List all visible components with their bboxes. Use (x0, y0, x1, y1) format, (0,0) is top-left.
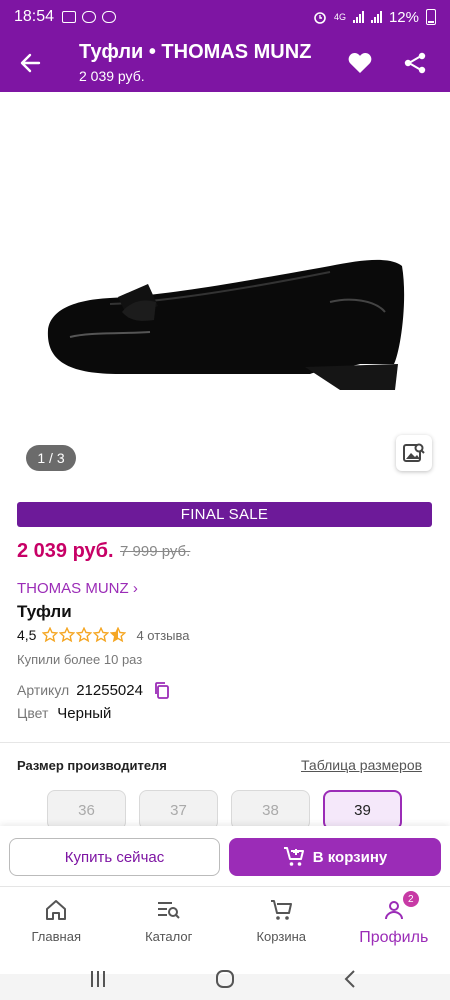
notification-icons (62, 11, 117, 23)
favorite-button[interactable] (344, 47, 376, 79)
brand-name: THOMAS MUNZ › (17, 580, 138, 597)
old-price: 7 999 руб. (120, 543, 191, 560)
half-star-icon (110, 627, 127, 643)
page-title: Туфли • THOMAS MUNZ (79, 41, 312, 63)
home-button[interactable] (205, 959, 245, 999)
buy-now-button[interactable]: Купить сейчас (9, 838, 220, 876)
article-number: 21255024 (76, 681, 143, 699)
divider (0, 742, 450, 743)
recent-apps-icon (91, 971, 105, 987)
recent-apps-button[interactable] (78, 959, 118, 999)
color-value: Черный (57, 705, 112, 722)
cart-icon (271, 900, 293, 920)
brand-link[interactable]: THOMAS MUNZ › (17, 580, 138, 597)
app-header: Туфли • THOMAS MUNZ 2 039 руб. (0, 34, 450, 92)
size-table-link[interactable]: Таблица размеров (301, 757, 422, 773)
star-icon (76, 627, 93, 643)
star-icon (42, 627, 59, 643)
product-gallery[interactable]: 1 / 3 (0, 92, 450, 492)
signal-icon (352, 11, 364, 23)
notification-icon (82, 11, 97, 23)
nav-cart-label: Корзина (256, 929, 307, 944)
size-option[interactable]: 36 (47, 790, 126, 830)
back-system-button[interactable] (330, 959, 370, 999)
product-image (47, 259, 405, 390)
current-price: 2 039 руб. (17, 540, 114, 562)
chevron-left-icon (344, 970, 355, 988)
cart-add-icon (283, 847, 304, 866)
star-icon (59, 627, 76, 643)
action-bar: Купить сейчас В корзину (0, 826, 450, 886)
rating-stars (42, 627, 127, 643)
color-row: Цвет Черный (17, 705, 111, 722)
article-row: Артикул 21255024 (17, 681, 171, 699)
status-time: 18:54 (14, 8, 55, 25)
heart-icon (348, 52, 372, 73)
share-icon (404, 52, 426, 74)
size-option-selected[interactable]: 39 (323, 790, 402, 830)
catalog-search-icon (157, 902, 180, 919)
battery-percent: 12% (388, 8, 419, 26)
status-bar: 18:54 4G 12% (0, 0, 450, 34)
nav-home-label: Главная (31, 929, 81, 944)
color-label: Цвет (17, 705, 49, 721)
article-label: Артикул (17, 682, 70, 698)
size-option[interactable]: 37 (139, 790, 218, 830)
copy-icon[interactable] (153, 681, 171, 699)
size-section-title: Размер производителя (17, 758, 167, 773)
add-to-cart-label: В корзину (312, 848, 388, 866)
network-type: 4G (333, 11, 346, 22)
product-name: Туфли (17, 602, 72, 621)
add-to-cart-button[interactable]: В корзину (229, 838, 441, 876)
nav-catalog-label: Каталог (145, 929, 193, 944)
arrow-left-icon (20, 53, 41, 73)
home-icon (46, 900, 67, 920)
size-options: 36 37 38 39 (47, 790, 402, 830)
notification-icon (102, 11, 117, 23)
star-icon (93, 627, 110, 643)
battery-icon (426, 9, 436, 25)
reviews-count: 4 отзыва (136, 627, 190, 643)
image-search-icon (403, 443, 425, 462)
header-price: 2 039 руб. (79, 68, 145, 84)
rating-value: 4,5 (17, 627, 37, 643)
size-option[interactable]: 38 (231, 790, 310, 830)
image-search-button[interactable] (396, 435, 432, 471)
profile-icon (384, 901, 403, 920)
alarm-icon (314, 12, 326, 24)
notification-badge: 2 (402, 891, 419, 907)
back-button[interactable] (14, 47, 46, 79)
nav-profile-label: Профиль (359, 929, 429, 946)
image-counter: 1 / 3 (26, 445, 76, 471)
bought-count: Купили более 10 раз (17, 652, 143, 667)
signal-icon-2 (370, 11, 382, 23)
rating-row[interactable]: 4,5 4 отзыва (17, 627, 190, 643)
system-nav-bar (0, 970, 450, 1000)
notification-icon (62, 11, 77, 23)
final-sale-banner: FINAL SALE (17, 502, 432, 527)
share-button[interactable] (399, 47, 431, 79)
home-circle-icon (216, 970, 234, 988)
